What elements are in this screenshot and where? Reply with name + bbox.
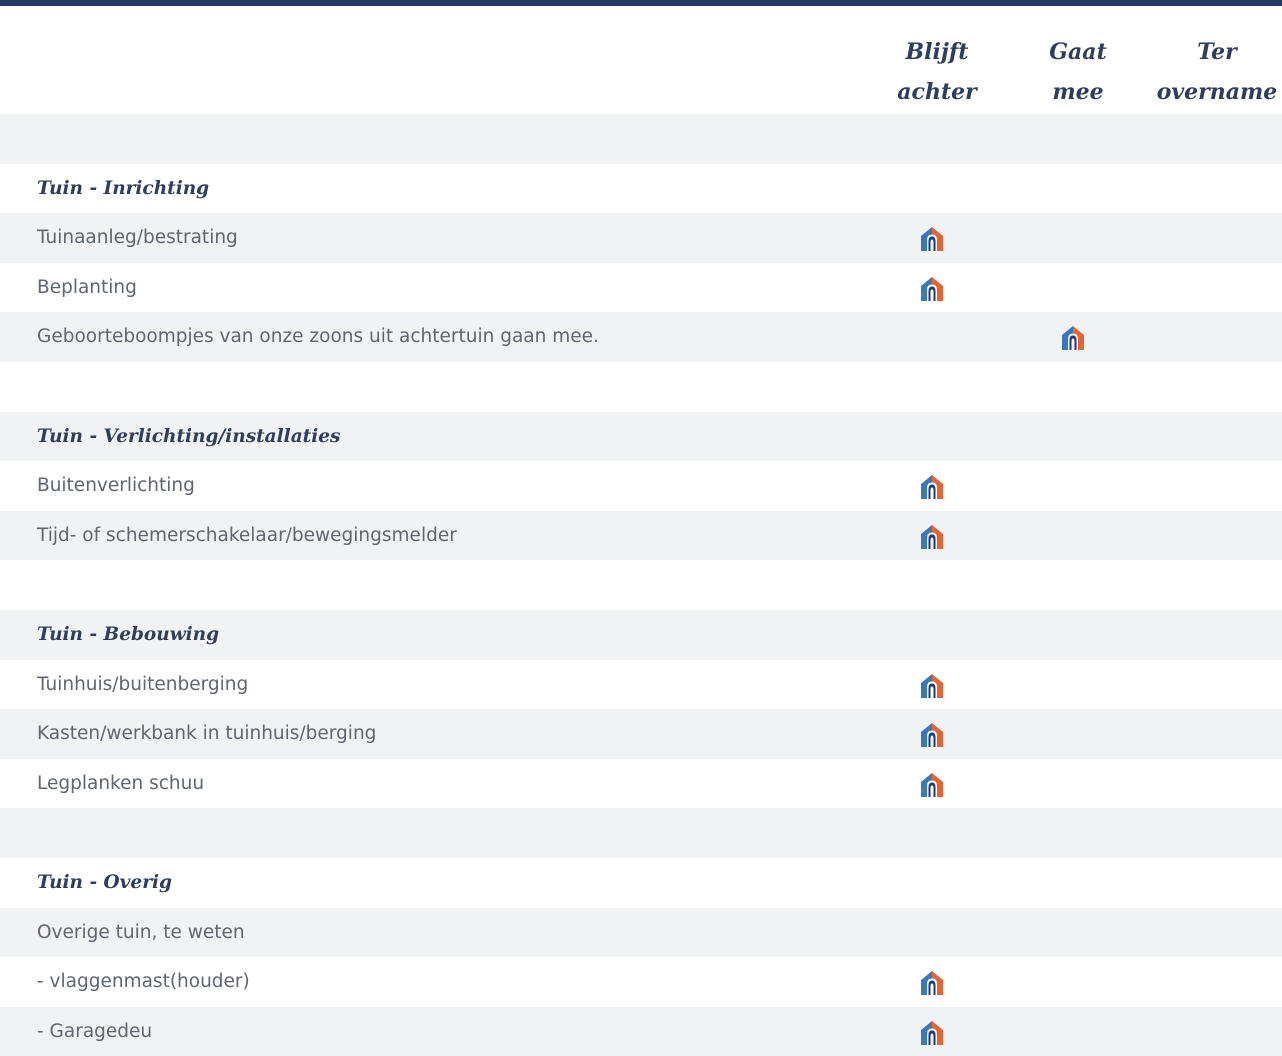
item-label: Tuinaanleg/bestrating: [37, 227, 238, 249]
section-title: Tuin - Verlichting/installaties: [37, 425, 341, 447]
column-header-blijft-achter: Blijft achter: [867, 32, 1007, 112]
column-header-line1: Ter: [1197, 39, 1237, 65]
item-label: Tijd- of schemerschakelaar/bewegingsmeld…: [37, 524, 457, 546]
house-check-icon: [919, 473, 945, 501]
item-label: - Garagedeu: [37, 1020, 153, 1042]
column-header-line2: overname: [1156, 79, 1278, 105]
table-row: Legplanken schuu: [0, 759, 1282, 809]
item-label: Kasten/werkbank in tuinhuis/berging: [37, 723, 377, 745]
table-row: Buitenverlichting: [0, 461, 1282, 511]
house-check-icon: [1060, 324, 1086, 352]
column-header-line2: achter: [897, 79, 977, 105]
column-header-line1: Gaat: [1049, 39, 1107, 65]
table-row: Tuinaanleg/bestrating: [0, 213, 1282, 263]
table-row: - vlaggenmast(houder): [0, 957, 1282, 1007]
column-header-line1: Blijft: [905, 39, 969, 65]
spacer-row: [0, 362, 1282, 412]
house-check-icon: [919, 225, 945, 253]
table-row: Beplanting: [0, 263, 1282, 313]
section-row: Tuin - Verlichting/installaties: [0, 411, 1282, 462]
section-row: Tuin - Overig: [0, 858, 1282, 908]
house-check-icon: [919, 672, 945, 700]
column-header-gaat-mee: Gaat mee: [1008, 32, 1148, 112]
spacer-row: [0, 560, 1282, 610]
house-check-icon: [919, 721, 945, 749]
item-label: Geboorteboompjes van onze zoons uit acht…: [37, 326, 599, 348]
table-row: Tijd- of schemerschakelaar/bewegingsmeld…: [0, 510, 1282, 561]
house-check-icon: [919, 969, 945, 997]
house-check-icon: [919, 275, 945, 303]
item-label: - vlaggenmast(houder): [37, 971, 250, 993]
top-accent-bar: [0, 0, 1282, 6]
column-header-ter-overname: Ter overname: [1147, 32, 1282, 112]
section-title: Tuin - Overig: [37, 871, 172, 893]
table-row: Kasten/werkbank in tuinhuis/berging: [0, 709, 1282, 759]
item-label: Overige tuin, te weten: [37, 921, 245, 943]
item-label: Tuinhuis/buitenberging: [37, 673, 249, 695]
section-row: Tuin - Bebouwing: [0, 609, 1282, 660]
house-check-icon: [919, 523, 945, 551]
column-header-line2: mee: [1052, 79, 1104, 105]
section-title: Tuin - Inrichting: [37, 177, 210, 199]
section-title: Tuin - Bebouwing: [37, 623, 220, 645]
table-row: Geboorteboompjes van onze zoons uit acht…: [0, 312, 1282, 362]
item-label: Legplanken schuu: [37, 772, 205, 794]
table-row: Tuinhuis/buitenberging: [0, 660, 1282, 710]
checklist-table: Tuin - Inrichting Tuinaanleg/bestrating Be…: [0, 114, 1282, 1056]
item-label: Buitenverlichting: [37, 475, 195, 497]
spacer-row: [0, 808, 1282, 858]
spacer-row: [0, 114, 1282, 164]
house-check-icon: [919, 771, 945, 799]
table-row: - Garagedeu: [0, 1006, 1282, 1056]
item-label: Beplanting: [37, 276, 137, 298]
column-header: Blijft achter Gaat mee Ter overname: [0, 32, 1282, 112]
house-check-icon: [919, 1019, 945, 1047]
section-row: Tuin - Inrichting: [0, 164, 1282, 214]
table-row: Overige tuin, te weten: [0, 907, 1282, 958]
